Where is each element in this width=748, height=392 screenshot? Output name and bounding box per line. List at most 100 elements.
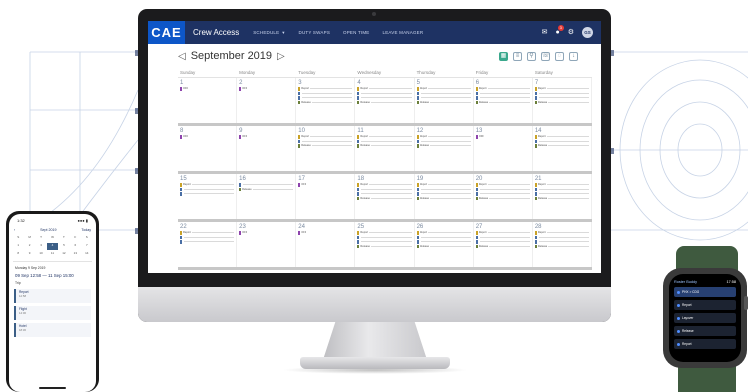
duty-event[interactable] (357, 139, 412, 143)
mini-calendar-cell[interactable]: 1 (13, 243, 23, 250)
duty-event[interactable]: Release (475, 100, 530, 104)
calendar-day[interactable]: 23 OFF (237, 222, 297, 267)
duty-event[interactable]: Report (298, 135, 353, 139)
download-icon[interactable]: ↓ (569, 51, 578, 61)
duty-event[interactable]: Release (298, 144, 353, 148)
duty-event[interactable]: OFF (298, 231, 352, 235)
duty-event[interactable] (534, 240, 589, 244)
duty-event[interactable]: Report (416, 231, 471, 235)
duty-event[interactable] (416, 91, 471, 95)
mini-calendar-cell[interactable]: 10 (36, 251, 46, 258)
duty-event[interactable]: Report (475, 231, 530, 235)
duty-event[interactable]: OFF (239, 231, 293, 235)
watch-list-item[interactable]: Report (674, 300, 736, 310)
duty-event[interactable] (416, 235, 471, 239)
watch-list-item[interactable]: Release (674, 326, 736, 336)
duty-event[interactable]: Report (416, 87, 471, 91)
duty-event[interactable]: OFF (239, 87, 293, 91)
duty-event[interactable] (534, 139, 589, 143)
duty-event[interactable] (180, 240, 235, 244)
duty-event[interactable] (239, 183, 294, 187)
mini-calendar-cell[interactable]: 11 (47, 251, 57, 258)
mini-calendar-cell[interactable]: 9 (24, 251, 34, 258)
duty-event[interactable] (298, 139, 353, 143)
watch-crown[interactable] (744, 296, 748, 310)
calendar-day[interactable]: 4 Report Release (355, 78, 415, 123)
calendar-day[interactable]: 26 Report Release (415, 222, 474, 267)
mini-calendar-cell[interactable]: 14 (82, 251, 92, 258)
calendar-day[interactable]: 27 Report Release (474, 222, 533, 267)
list-icon[interactable]: ≡ (513, 51, 522, 61)
duty-event[interactable]: Release (534, 100, 589, 104)
duty-event[interactable]: Release (416, 144, 471, 148)
duty-event[interactable] (534, 96, 589, 100)
duty-event[interactable] (534, 91, 589, 95)
prev-month-icon[interactable]: ◁ (178, 51, 186, 62)
mini-calendar-cell[interactable]: 13 (70, 251, 80, 258)
duty-event[interactable]: Report (475, 183, 530, 187)
duty-event[interactable] (416, 139, 471, 143)
duty-event[interactable]: Report (475, 87, 530, 91)
duty-event[interactable]: Report (180, 231, 235, 235)
duty-event[interactable] (534, 192, 589, 196)
calendar-day[interactable]: 2 OFF (237, 78, 297, 123)
mini-calendar-cell[interactable]: 4 (47, 243, 58, 250)
duty-event[interactable]: Report (534, 135, 589, 139)
duty-event[interactable] (475, 235, 530, 239)
duty-event[interactable] (357, 91, 412, 95)
phone-duty-card[interactable]: Flight 14:00 (14, 306, 91, 320)
duty-event[interactable]: Report (534, 231, 589, 235)
calendar-day[interactable]: 16 Release (237, 174, 297, 219)
duty-event[interactable]: OFF (180, 135, 234, 139)
duty-event[interactable]: Report (534, 183, 589, 187)
watch-list-item[interactable]: PHX > CDG (674, 287, 736, 297)
mini-calendar-cell[interactable]: 3 (36, 243, 46, 250)
duty-event[interactable] (180, 187, 235, 191)
calendar-day[interactable]: 22 Report (178, 222, 238, 267)
mini-calendar-cell[interactable]: 6 (70, 243, 80, 250)
calendar-day[interactable]: 21 Report Release (533, 174, 592, 219)
watch-list-item[interactable]: Layover (674, 313, 736, 323)
duty-event[interactable]: Release (416, 196, 471, 200)
mini-calendar-cell[interactable]: 5 (59, 243, 69, 250)
duty-event[interactable] (475, 96, 530, 100)
mini-calendar-cell[interactable]: 2 (24, 243, 34, 250)
duty-event[interactable]: Release (357, 196, 412, 200)
calendar-day[interactable]: 8 OFF (178, 126, 238, 171)
duty-event[interactable] (416, 187, 471, 191)
calendar-day[interactable]: 6 Report Release (474, 78, 533, 123)
calendar-day[interactable]: 15 Report (178, 174, 238, 219)
filter-icon[interactable]: ⚲ (527, 51, 536, 61)
duty-event[interactable]: Release (416, 100, 471, 104)
calendar-icon[interactable]: ▦ (499, 51, 508, 61)
duty-event[interactable]: Report (416, 183, 471, 187)
calendar-day[interactable]: 10 Report Release (296, 126, 356, 171)
duty-event[interactable]: Release (534, 144, 589, 148)
duty-event[interactable]: Release (239, 187, 294, 191)
duty-event[interactable] (357, 192, 412, 196)
duty-event[interactable]: OFF (239, 135, 293, 139)
duty-event[interactable]: Report (298, 87, 353, 91)
duty-event[interactable]: Release (475, 244, 530, 248)
duty-event[interactable] (475, 187, 530, 191)
duty-event[interactable]: Release (416, 244, 471, 248)
duty-event[interactable]: OFF (475, 135, 530, 139)
duty-event[interactable] (298, 91, 353, 95)
duty-event[interactable] (534, 235, 589, 239)
calendar-day[interactable]: 7 Report Release (533, 78, 592, 123)
duty-event[interactable]: OFF (180, 87, 234, 91)
duty-event[interactable] (534, 187, 589, 191)
phone-today-button[interactable]: Today (81, 228, 91, 232)
duty-event[interactable]: Release (534, 196, 589, 200)
mini-calendar-cell[interactable]: 7 (82, 243, 92, 250)
duty-event[interactable]: Report (357, 231, 412, 235)
calendar-day[interactable]: 24 OFF (296, 222, 356, 267)
duty-event[interactable]: Release (534, 244, 589, 248)
duty-event[interactable]: Report (357, 183, 412, 187)
duty-event[interactable]: Release (357, 144, 412, 148)
calendar-day[interactable]: 13 OFF (474, 126, 533, 171)
phone-icon[interactable]: ☏ (541, 51, 550, 61)
next-month-icon[interactable]: ▷ (277, 51, 285, 62)
calendar-day[interactable]: 19 Report Release (415, 174, 474, 219)
duty-event[interactable] (180, 235, 235, 239)
